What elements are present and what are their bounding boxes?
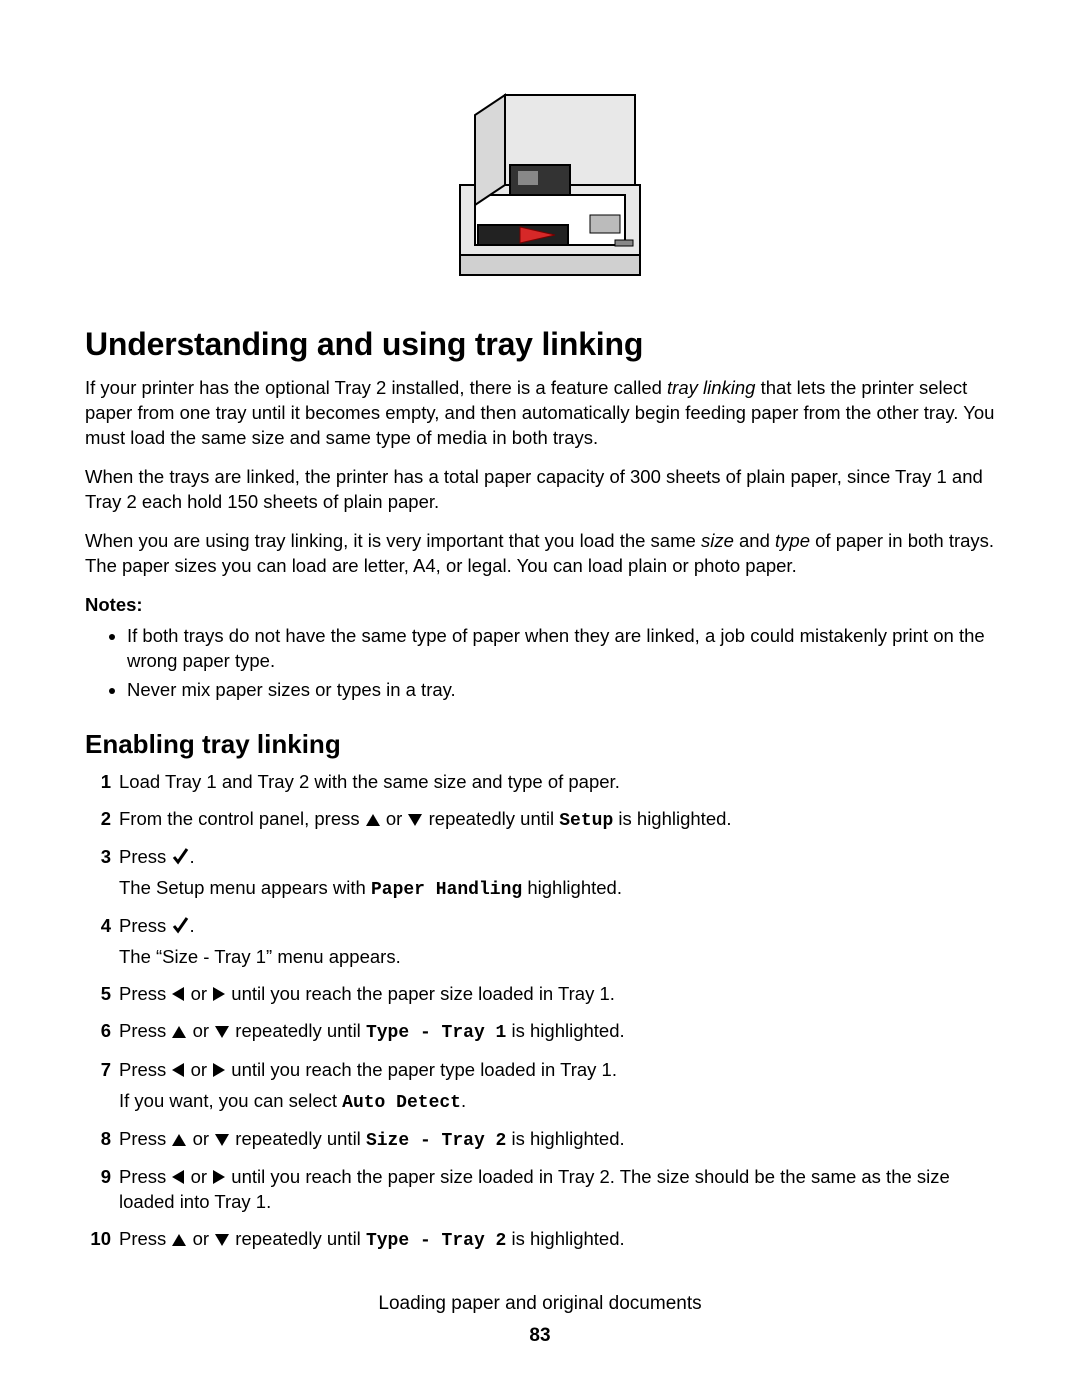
step-9: Press or until you reach the paper size … <box>115 1165 995 1215</box>
text: . <box>189 915 194 936</box>
text: repeatedly until <box>230 1020 366 1041</box>
text: until you reach the paper type loaded in… <box>226 1059 617 1080</box>
text: highlighted. <box>522 877 622 898</box>
step-subtext: The Setup menu appears with Paper Handli… <box>119 876 995 902</box>
step-subtext: If you want, you can select Auto Detect. <box>119 1089 995 1115</box>
text: When you are using tray linking, it is v… <box>85 530 701 551</box>
printer-illustration <box>410 65 670 295</box>
notes-list: If both trays do not have the same type … <box>85 624 995 703</box>
text: Press <box>119 846 171 867</box>
text: and <box>734 530 775 551</box>
text: Press <box>119 915 171 936</box>
menu-option: Auto Detect <box>342 1093 461 1113</box>
text: The Setup menu appears with <box>119 877 371 898</box>
italic-term: type <box>775 530 810 551</box>
step-7: Press or until you reach the paper type … <box>115 1058 995 1115</box>
left-arrow-icon <box>171 1062 185 1078</box>
text: If you want, you can select <box>119 1090 342 1111</box>
text: Press <box>119 1128 171 1149</box>
notes-heading: Notes: <box>85 593 995 618</box>
text: Press <box>119 1166 171 1187</box>
subsection-title: Enabling tray linking <box>85 727 995 762</box>
step-1: Load Tray 1 and Tray 2 with the same siz… <box>115 770 995 795</box>
up-arrow-icon <box>171 1133 187 1147</box>
intro-paragraph-2: When the trays are linked, the printer h… <box>85 465 995 515</box>
menu-option: Setup <box>559 811 613 831</box>
italic-term: size <box>701 530 734 551</box>
text: . <box>461 1090 466 1111</box>
step-6: Press or repeatedly until Type - Tray 1 … <box>115 1019 995 1045</box>
step-5: Press or until you reach the paper size … <box>115 982 995 1007</box>
text: or <box>185 1166 212 1187</box>
text: repeatedly until <box>423 808 559 829</box>
step-subtext: The “Size - Tray 1” menu appears. <box>119 945 995 970</box>
text: repeatedly until <box>230 1228 366 1249</box>
left-arrow-icon <box>171 1169 185 1185</box>
steps-list: Load Tray 1 and Tray 2 with the same siz… <box>85 770 995 1254</box>
text: or <box>185 983 212 1004</box>
italic-term: tray linking <box>667 377 755 398</box>
text: or <box>187 1128 214 1149</box>
step-4: Press . The “Size - Tray 1” menu appears… <box>115 914 995 970</box>
text: until you reach the paper size loaded in… <box>119 1166 950 1212</box>
left-arrow-icon <box>171 986 185 1002</box>
right-arrow-icon <box>212 1169 226 1185</box>
menu-option: Paper Handling <box>371 880 522 900</box>
intro-paragraph-1: If your printer has the optional Tray 2 … <box>85 376 995 451</box>
text: is highlighted. <box>506 1020 624 1041</box>
text: is highlighted. <box>506 1228 624 1249</box>
text: If your printer has the optional Tray 2 … <box>85 377 667 398</box>
text: Press <box>119 1228 171 1249</box>
down-arrow-icon <box>214 1133 230 1147</box>
down-arrow-icon <box>214 1025 230 1039</box>
manual-page: Understanding and using tray linking If … <box>0 0 1080 1379</box>
text: . <box>189 846 194 867</box>
text: is highlighted. <box>613 808 731 829</box>
up-arrow-icon <box>171 1233 187 1247</box>
text: or <box>185 1059 212 1080</box>
text: Press <box>119 1059 171 1080</box>
page-number: 83 <box>85 1323 995 1349</box>
text: until you reach the paper size loaded in… <box>226 983 615 1004</box>
note-item: If both trays do not have the same type … <box>127 624 995 674</box>
page-title: Understanding and using tray linking <box>85 323 995 366</box>
down-arrow-icon <box>214 1233 230 1247</box>
step-text: Load Tray 1 and Tray 2 with the same siz… <box>119 771 620 792</box>
text: Press <box>119 1020 171 1041</box>
step-8: Press or repeatedly until Size - Tray 2 … <box>115 1127 995 1153</box>
check-icon <box>171 916 189 934</box>
text: From the control panel, press <box>119 808 365 829</box>
up-arrow-icon <box>171 1025 187 1039</box>
right-arrow-icon <box>212 986 226 1002</box>
text: Press <box>119 983 171 1004</box>
text: repeatedly until <box>230 1128 366 1149</box>
down-arrow-icon <box>407 813 423 827</box>
text: or <box>187 1020 214 1041</box>
check-icon <box>171 847 189 865</box>
right-arrow-icon <box>212 1062 226 1078</box>
text: or <box>187 1228 214 1249</box>
menu-option: Type - Tray 2 <box>366 1231 506 1251</box>
intro-paragraph-3: When you are using tray linking, it is v… <box>85 529 995 579</box>
up-arrow-icon <box>365 813 381 827</box>
text: or <box>381 808 408 829</box>
step-3: Press . The Setup menu appears with Pape… <box>115 845 995 902</box>
step-2: From the control panel, press or repeate… <box>115 807 995 833</box>
step-10: Press or repeatedly until Type - Tray 2 … <box>115 1227 995 1253</box>
note-item: Never mix paper sizes or types in a tray… <box>127 678 995 703</box>
footer-chapter-title: Loading paper and original documents <box>85 1291 995 1317</box>
menu-option: Size - Tray 2 <box>366 1131 506 1151</box>
text: is highlighted. <box>506 1128 624 1149</box>
menu-option: Type - Tray 1 <box>366 1023 506 1043</box>
